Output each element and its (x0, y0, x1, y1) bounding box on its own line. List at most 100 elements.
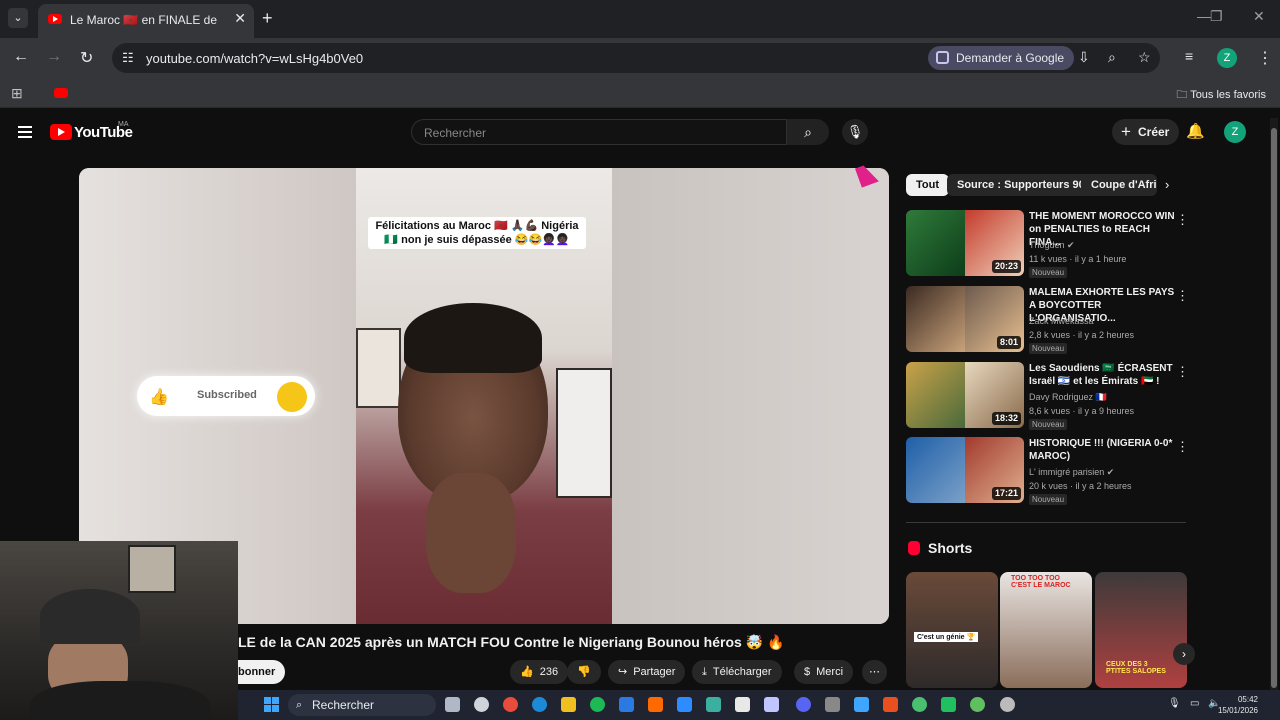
voice-search-icon[interactable]: 🎙 (842, 119, 868, 145)
create-button[interactable]: + Créer (1112, 119, 1180, 145)
edge-icon[interactable] (532, 697, 547, 712)
search-button[interactable]: ⌕ (787, 119, 829, 145)
chips-next-chevron-icon[interactable]: › (1165, 177, 1169, 192)
notifications-bell-icon[interactable]: 🔔 (1186, 122, 1205, 140)
browser-tab-strip: ⌄ Le Maroc 🇲🇦 en FINALE de la CAN 2025 ✕… (0, 0, 1280, 38)
site-info-icon[interactable]: ☷ (122, 50, 134, 66)
recommendation-thumbnail[interactable]: 18:32 (906, 362, 1024, 428)
recommendation-thumbnail[interactable]: 20:23 (906, 210, 1024, 276)
recommendation-channel[interactable]: Davy Rodriguez 🇫🇷 (1029, 392, 1107, 403)
download-icon: ⤓ (702, 666, 707, 678)
subscribe-button[interactable]: bonner (238, 660, 286, 684)
youtube-logo-icon[interactable] (50, 124, 72, 140)
share-button[interactable]: ↪ Partager (608, 660, 686, 684)
search-input[interactable]: Rechercher (411, 119, 787, 145)
all-bookmarks-button[interactable]: 🗀 Tous les favoris (1176, 86, 1266, 105)
app-icon[interactable] (883, 697, 898, 712)
install-app-icon[interactable]: ⇩ (1078, 49, 1090, 66)
recommendation-channel[interactable]: L' immigré parisien ✔ (1029, 467, 1114, 478)
download-button[interactable]: ⤓ Télécharger (692, 660, 782, 684)
more-options-icon[interactable]: ⋮ (1176, 288, 1189, 304)
window-close-icon[interactable]: ✕ (1253, 8, 1265, 25)
recommendation-item[interactable]: 17:21 HISTORIQUE !!! (NIGERIA 0-0* MAROC… (906, 437, 1196, 505)
file-explorer-icon[interactable] (561, 697, 576, 712)
browser-tab-active[interactable]: Le Maroc 🇲🇦 en FINALE de la CAN 2025 ✕ (38, 4, 254, 38)
app-icon[interactable] (677, 697, 692, 712)
bookmark-star-icon[interactable]: ☆ (1138, 49, 1151, 66)
app-icon[interactable] (941, 697, 956, 712)
chip-all[interactable]: Tout (906, 174, 950, 196)
more-options-icon[interactable]: ⋮ (1176, 439, 1189, 455)
thanks-button[interactable]: $ Merci (794, 660, 854, 684)
like-button[interactable]: 👍 236 (510, 660, 569, 684)
recommendation-thumbnail[interactable]: 17:21 (906, 437, 1024, 503)
tab-close-icon[interactable]: ✕ (234, 10, 246, 27)
recommendation-thumbnail[interactable]: 8:01 (906, 286, 1024, 352)
back-arrow-icon[interactable]: ← (13, 48, 29, 66)
address-bar[interactable]: ☷ youtube.com/watch?v=wLsHg4b0Ve0 Demand… (112, 43, 1160, 73)
recommendation-item[interactable]: 20:23 THE MOMENT MOROCCO WIN on PENALTIE… (906, 210, 1196, 278)
network-icon[interactable]: ▭ (1190, 698, 1199, 709)
recommendation-title[interactable]: Les Saoudiens 🇸🇦 ÉCRASENT Israël 🇮🇱 et l… (1029, 362, 1177, 388)
apps-grid-icon[interactable]: ⊞ (11, 85, 23, 102)
zoom-icon[interactable]: ⌕ (1108, 49, 1116, 66)
new-tab-plus-icon[interactable]: + (262, 8, 273, 29)
chrome-menu-icon[interactable]: ⋮ (1257, 48, 1273, 68)
short-card[interactable]: C'est un génie 🏆 (906, 572, 998, 688)
reload-icon[interactable]: ↻ (80, 48, 93, 68)
app-icon[interactable] (619, 697, 634, 712)
chrome-profile-avatar[interactable]: Z (1217, 48, 1237, 68)
shorts-next-chevron-icon[interactable]: › (1173, 643, 1195, 665)
tab-search-chevron-icon[interactable]: ⌄ (8, 8, 28, 28)
streamer-cap (40, 589, 140, 644)
app-icon[interactable] (1000, 697, 1015, 712)
task-view-icon[interactable] (445, 697, 460, 712)
short-card[interactable]: CEUX DES 3 PTITES SALOPES (1095, 572, 1187, 688)
minimize-icon[interactable]: — (1197, 8, 1211, 24)
app-icon[interactable] (648, 697, 663, 712)
recommendation-channel[interactable]: Thogden ✔ (1029, 240, 1075, 251)
discord-icon[interactable] (796, 697, 811, 712)
thumbs-up-icon: 👍 (149, 389, 169, 406)
streamer-body (30, 681, 210, 720)
page-scrollbar[interactable] (1270, 118, 1278, 720)
app-icon[interactable] (912, 697, 927, 712)
microphone-icon[interactable]: 🎙 (1168, 698, 1181, 709)
youtube-profile-avatar[interactable]: Z (1224, 121, 1246, 143)
reading-list-icon[interactable]: ≡ (1185, 48, 1193, 64)
taskbar-clock[interactable]: 05:42 15/01/2026 (1218, 694, 1258, 716)
recommendation-item[interactable]: 8:01 MALEMA EXHORTE LES PAYS A BOYCOTTER… (906, 286, 1196, 354)
restore-icon[interactable]: ❐ (1210, 8, 1223, 25)
app-icon[interactable] (706, 697, 721, 712)
taskbar-search[interactable]: ⌕ Rechercher (288, 694, 436, 716)
forward-arrow-icon[interactable]: → (46, 48, 62, 66)
scrollbar-thumb[interactable] (1271, 128, 1277, 688)
spotify-icon[interactable] (590, 697, 605, 712)
ask-google-button[interactable]: Demander à Google (928, 46, 1075, 70)
app-icon[interactable] (735, 697, 750, 712)
widgets-icon[interactable] (474, 697, 489, 712)
app-icon[interactable] (854, 697, 869, 712)
youtube-favicon-icon (48, 14, 62, 24)
thumbs-up-icon: 👍 (520, 666, 534, 678)
hamburger-menu-icon[interactable] (18, 126, 32, 141)
youtube-bookmark-icon[interactable] (54, 88, 68, 98)
dislike-button[interactable]: 👎 (567, 660, 601, 684)
url-text[interactable]: youtube.com/watch?v=wLsHg4b0Ve0 (146, 51, 363, 66)
app-icon[interactable] (970, 697, 985, 712)
recommendation-title[interactable]: HISTORIQUE !!! (NIGERIA 0-0* MAROC) (1029, 437, 1177, 463)
recommendation-channel[interactable]: Zack Mwekassa (1029, 316, 1094, 326)
chrome-icon[interactable] (503, 697, 518, 712)
more-actions-button[interactable]: ⋯ (862, 660, 887, 684)
app-icon[interactable] (825, 697, 840, 712)
more-options-icon[interactable]: ⋮ (1176, 212, 1189, 228)
share-arrow-icon: ↪ (618, 666, 628, 678)
chip-source[interactable]: Source : Supporteurs 90+ (947, 174, 1102, 196)
recommendation-item[interactable]: 18:32 Les Saoudiens 🇸🇦 ÉCRASENT Israël 🇮… (906, 362, 1196, 430)
app-icon[interactable] (764, 697, 779, 712)
more-options-icon[interactable]: ⋮ (1176, 364, 1189, 380)
clock-time: 05:42 (1237, 695, 1258, 704)
chip-coupe[interactable]: Coupe d'Afriq (1081, 174, 1157, 196)
windows-start-icon[interactable] (264, 697, 280, 713)
short-card[interactable]: TOO TOO TOO C'EST LE MAROC (1000, 572, 1092, 688)
